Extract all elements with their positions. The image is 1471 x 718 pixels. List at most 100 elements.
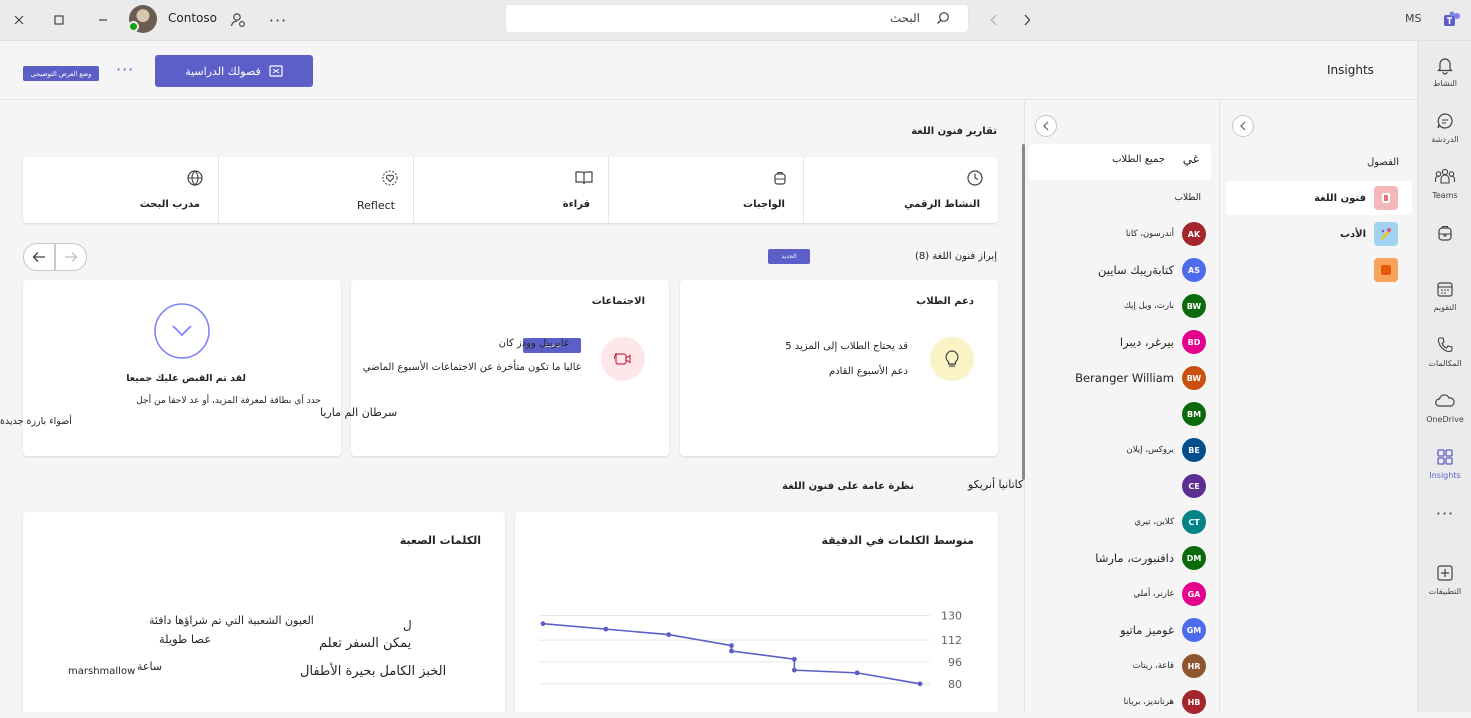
caught-up-card: لقد تم القبض عليك جميعا حدد أي بطاقة لمع…: [23, 280, 341, 456]
classes-icon: [269, 65, 283, 77]
student-item[interactable]: كلاين، تيري CT: [1025, 506, 1220, 538]
top-strip: وضع العرض التوضيحي ··· فصولك الدراسية In…: [0, 41, 1417, 100]
presence-available-icon: [128, 21, 139, 32]
overflow-text: سرطان الم ماريا: [320, 406, 398, 419]
tab-assignments[interactable]: الواجبات: [608, 157, 803, 223]
more-options-button[interactable]: ···: [116, 60, 134, 79]
student-name: أندرسون، كانا: [1125, 229, 1174, 239]
data-point[interactable]: [791, 667, 797, 673]
rail-label: التقويم: [1433, 303, 1457, 312]
meeting-video-icon: [601, 337, 645, 381]
your-classes-button[interactable]: فصولك الدراسية: [155, 55, 313, 87]
rail-item-teams[interactable]: Teams: [1418, 157, 1471, 213]
hard-word: marshmallow: [68, 666, 136, 677]
rail-item-calendar[interactable]: التقويم: [1418, 269, 1471, 325]
all-students-label: جميع الطلاب: [1112, 154, 1165, 165]
student-item[interactable]: أندرسون، كانا AK: [1025, 218, 1220, 250]
card-line-1: غابرييل وودز كان: [498, 338, 569, 349]
classes-button-label: فصولك الدراسية: [185, 64, 261, 78]
maximize-window-button[interactable]: [47, 8, 71, 32]
tab-reading[interactable]: قراءة: [413, 157, 608, 223]
bell-icon: [1437, 58, 1453, 75]
present-mode-button[interactable]: وضع العرض التوضيحي: [23, 66, 99, 81]
more-options-button[interactable]: ···: [266, 8, 290, 32]
rail-item-activity[interactable]: النشاط: [1418, 45, 1471, 101]
student-avatar: GM: [1182, 618, 1206, 642]
back-button[interactable]: [982, 8, 1006, 32]
minimize-window-button[interactable]: [91, 8, 115, 32]
data-point[interactable]: [854, 670, 860, 676]
student-support-card[interactable]: دعم الطلاب 5 قد يحتاج الطلاب إلى المزيد …: [680, 280, 998, 456]
student-item[interactable]: Beranger William BW: [1025, 362, 1220, 394]
collapse-classes-button[interactable]: [1232, 115, 1254, 137]
data-point[interactable]: [540, 621, 546, 627]
data-point[interactable]: [603, 626, 609, 632]
student-name: هرنانديز، بريانا: [1123, 697, 1174, 707]
data-point[interactable]: [917, 681, 923, 687]
collapse-students-button[interactable]: [1035, 115, 1057, 137]
student-item[interactable]: بارت، ويل إيك BW: [1025, 290, 1220, 322]
student-item[interactable]: بيرغر، ديبرا BD: [1025, 326, 1220, 358]
next-highlight-button[interactable]: [55, 243, 87, 271]
rail-item-more[interactable]: ···: [1418, 493, 1471, 549]
more-icon: ···: [116, 60, 135, 79]
tab-search-coach[interactable]: مدرب البحث: [23, 157, 218, 223]
student-name: كتابةريبك سايين: [1098, 263, 1174, 277]
rail-label: المكالمات: [1428, 359, 1462, 368]
class-item-language-arts[interactable]: فنون اللغة: [1226, 181, 1412, 215]
hard-word: ل: [403, 618, 412, 632]
y-tick-label: 130: [941, 609, 962, 622]
tab-reflect[interactable]: Reflect: [218, 157, 413, 223]
student-item[interactable]: غارنر، أملي GA: [1025, 578, 1220, 610]
data-point[interactable]: [729, 643, 734, 648]
student-avatar: BM: [1182, 402, 1206, 426]
tab-label: النشاط الرقمي: [904, 199, 980, 210]
reports-title: تقارير فنون اللغة: [911, 126, 997, 137]
insights-icon: [1437, 449, 1453, 465]
data-point[interactable]: [666, 632, 672, 637]
student-item[interactable]: كتابةريبك سايين AS: [1025, 254, 1220, 286]
student-avatar: BW: [1182, 294, 1206, 318]
close-icon: [14, 15, 24, 25]
people-button[interactable]: [226, 8, 250, 32]
student-name: غارنر، أملي: [1133, 589, 1174, 599]
student-avatar: CE: [1182, 474, 1206, 498]
minimize-icon: [99, 19, 107, 21]
class-item-literature[interactable]: الأدب: [1226, 217, 1412, 251]
student-item[interactable]: هرنانديز، بريانا HB: [1025, 686, 1220, 718]
previous-highlight-button[interactable]: [23, 243, 55, 271]
meetings-card[interactable]: الاجتماعات تحديث غابرييل وودز كان غالبا …: [351, 280, 669, 456]
student-avatar: BW: [1182, 366, 1206, 390]
class-item-other[interactable]: [1226, 253, 1412, 287]
main-scrollbar[interactable]: [1022, 144, 1025, 480]
search-input[interactable]: البحث: [505, 4, 969, 33]
rail-item-assignments[interactable]: [1418, 213, 1471, 269]
student-item[interactable]: CE: [1025, 470, 1220, 502]
rail-item-apps[interactable]: التطبيقات: [1418, 553, 1471, 609]
rail-item-onedrive[interactable]: OneDrive: [1418, 381, 1471, 437]
student-item[interactable]: قاعة، ريتات HR: [1025, 650, 1220, 682]
student-item[interactable]: BM: [1025, 398, 1220, 430]
student-item[interactable]: بروكس، إيلان BE: [1025, 434, 1220, 466]
rail-label: التطبيقات: [1428, 587, 1462, 596]
app-rail: النشاط الدردشة Teams التقويم المكالمات O…: [1417, 41, 1471, 712]
hard-word: العيون الشعبية التي تم شراؤها دافئة: [149, 614, 314, 627]
forward-button[interactable]: [1015, 8, 1039, 32]
all-students-item[interactable]: غي جميع الطلاب: [1029, 144, 1211, 180]
data-point[interactable]: [791, 656, 797, 662]
rail-label: الدردشة: [1431, 135, 1459, 144]
hard-word: يمكن السفر تعلم: [319, 636, 412, 651]
hard-words-card: الكلمات الصعبة ل العيون الشعبية التي تم …: [23, 512, 505, 712]
rail-item-chat[interactable]: الدردشة: [1418, 101, 1471, 157]
rail-item-calls[interactable]: المكالمات: [1418, 325, 1471, 381]
rail-item-insights[interactable]: Insights: [1418, 437, 1471, 493]
rail-label: Insights: [1429, 471, 1461, 480]
student-item[interactable]: دافنبورت، مارشا DM: [1025, 542, 1220, 574]
close-window-button[interactable]: [7, 8, 31, 32]
org-name[interactable]: Contoso: [168, 11, 217, 25]
student-item[interactable]: غوميز ماتيو GM: [1025, 614, 1220, 646]
data-point[interactable]: [729, 648, 734, 654]
user-initials[interactable]: MS: [1405, 12, 1421, 25]
tab-digital-activity[interactable]: النشاط الرقمي: [803, 157, 998, 223]
add-apps-icon: [1437, 565, 1453, 581]
